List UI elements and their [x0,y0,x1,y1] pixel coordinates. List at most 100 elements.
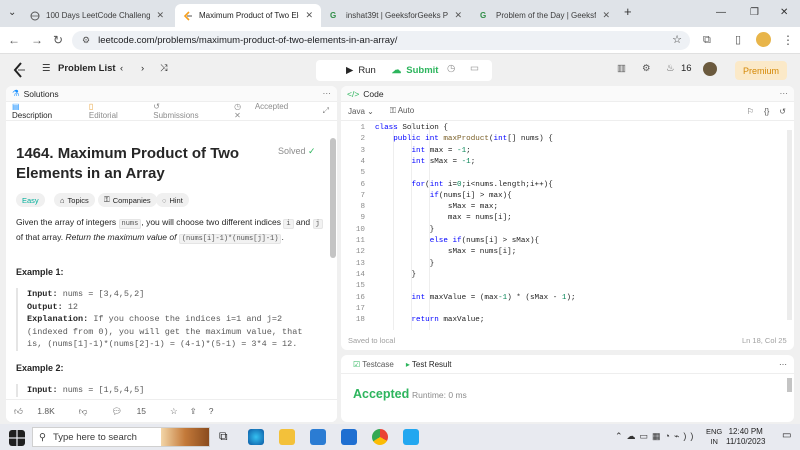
leetcode-logo-icon[interactable] [13,62,27,78]
new-tab-button[interactable]: + [624,4,632,19]
code-line[interactable]: } [375,260,435,268]
browser-tab[interactable]: G Problem of the Day | GeeksforG ✕ [472,4,618,27]
solutions-title[interactable]: Solutions [24,89,59,99]
run-button[interactable]: ▶ Run [338,60,384,81]
code-line[interactable]: } [375,271,416,279]
tab-description[interactable]: ▤ Description [12,102,77,120]
browser-tab[interactable]: 100 Days LeetCode Challenge - ✕ [22,4,172,27]
code-line[interactable]: class Solution { [375,124,448,132]
notification-icon[interactable]: ▭ [782,430,791,441]
close-tab-icon[interactable]: ✕ [602,10,610,21]
code-line[interactable]: public int maxProduct(int[] nums) { [375,135,553,143]
tab-submissions[interactable]: ↺ Submissions [153,102,222,120]
file-explorer-icon[interactable] [279,429,295,445]
difficulty-badge[interactable]: Easy [16,193,45,207]
code-line[interactable]: return maxValue; [375,316,484,324]
comments-button[interactable]: 💬︎ 15 [111,406,158,417]
sidebar-icon[interactable]: ▯ [735,33,741,47]
premium-button[interactable]: Premium [735,61,787,80]
submit-button[interactable]: ☁ Submit [384,60,447,81]
favorite-star-icon[interactable]: ☆ [170,406,178,417]
auto-mode-toggle[interactable]: ⚿ Auto [390,106,414,116]
browser-tab-active[interactable]: Maximum Product of Two Elem ✕ [175,4,321,27]
hint-pill[interactable]: ◌ Hint [156,193,189,207]
format-braces-icon[interactable]: {} [764,107,769,116]
close-tab-icon[interactable]: ✕ [234,111,241,120]
settings-gear-icon[interactable]: ⚙ [642,63,651,74]
share-icon[interactable]: ⇪ [190,406,197,417]
code-line[interactable]: sMax = max; [375,203,498,211]
chrome-icon[interactable] [372,429,388,445]
lock-icon: ⚿ [104,195,110,204]
topics-pill[interactable]: ⌂ Topics [54,193,95,207]
next-problem-icon[interactable]: › [141,63,144,74]
language-indicator[interactable]: ENG IN [706,427,722,447]
timer-icon[interactable]: ◷ [447,63,455,74]
more-options-icon[interactable]: ⋯ [323,88,332,99]
more-options-icon[interactable]: ⋯ [779,360,787,369]
code-line[interactable]: int maxValue = (max-1) * (sMax - 1); [375,294,575,302]
vscode-icon[interactable] [403,429,419,445]
minimize-button[interactable]: — [716,7,726,18]
editor-scrollbar[interactable] [787,130,792,320]
windows-start-icon[interactable] [9,430,25,446]
taskbar-search[interactable]: ⚲ Type here to search [32,427,210,447]
reset-icon[interactable]: ↺ [779,107,786,116]
browser-tab-title: Problem of the Day | GeeksforG [496,11,597,20]
mail-icon[interactable] [341,429,357,445]
chevron-down-icon: ⌄ [367,106,374,116]
tab-editorial[interactable]: ▯ Editorial [89,102,141,120]
close-tab-icon[interactable]: ✕ [156,10,164,21]
browser-menu-icon[interactable]: ⋮ [782,33,794,47]
code-line[interactable]: sMax = nums[i]; [375,248,516,256]
code-editor[interactable]: 1 class Solution {2 public int maxProduct… [341,123,794,330]
code-line[interactable]: int sMax = -1; [375,158,475,166]
tab-accepted[interactable]: ◷ Accepted ✕ [234,102,311,120]
code-line[interactable]: if(nums[i] > max){ [375,192,512,200]
notes-icon[interactable]: ▭ [470,63,479,74]
code-line[interactable]: int max = -1; [375,147,470,155]
site-info-icon[interactable]: ⚙ [82,35,90,46]
code-line[interactable]: max = nums[i]; [375,214,512,222]
system-tray-icons[interactable]: ⌃☁▭▦◔⌁)) [615,431,697,442]
more-options-icon[interactable]: ⋯ [780,88,789,99]
tab-search-icon[interactable]: ⌄ [8,7,16,18]
like-button[interactable]: 👍︎ 1.8K [14,406,67,417]
help-icon[interactable]: ? [209,406,214,416]
browser-tab[interactable]: G inshat39t | GeeksforGeeks Profi ✕ [322,4,470,27]
profile-avatar[interactable] [756,32,771,47]
reload-icon[interactable]: ↻ [53,33,63,47]
task-view-icon[interactable]: ⧉ [219,429,235,445]
tab-testcase[interactable]: ☑ Testcase [353,360,394,369]
close-tab-icon[interactable]: ✕ [454,10,462,21]
clock[interactable]: 12:40 PM 11/10/2023 [726,427,765,447]
problem-list-link[interactable]: Problem List [58,63,116,74]
close-tab-icon[interactable]: ✕ [305,10,313,21]
close-window-button[interactable]: ✕ [780,7,788,18]
tab-test-result[interactable]: ▸ Test Result [406,360,452,369]
store-icon[interactable] [310,429,326,445]
description-scrollbar[interactable] [330,138,336,258]
line-number: 3 [360,146,365,155]
extensions-icon[interactable]: ⧉ [703,33,711,47]
code-line[interactable]: else if(nums[i] > sMax){ [375,237,539,245]
bookmark-star-icon[interactable]: ☆ [672,33,682,46]
expand-icon[interactable]: ⤢ [323,106,329,116]
companies-pill[interactable]: ⚿ Companies [98,193,157,207]
code-line[interactable]: } [375,226,435,234]
back-arrow-icon[interactable]: ← [8,33,20,47]
shuffle-icon[interactable]: ⤨ [160,63,168,74]
prev-problem-icon[interactable]: ‹ [120,63,123,74]
streak-count[interactable]: 16 [681,63,692,74]
language-select[interactable]: Java ⌄ [348,107,374,116]
layout-icon[interactable]: ▥ [617,63,626,74]
user-avatar[interactable] [703,62,717,76]
result-scrollbar[interactable] [787,378,792,392]
edge-icon[interactable] [248,429,264,445]
maximize-button[interactable]: ❐ [750,7,759,18]
code-line[interactable]: for(int i=0;i<nums.length;i++){ [375,181,552,189]
bookmark-icon[interactable]: ⚐ [747,107,754,116]
forward-arrow-icon[interactable]: → [31,33,43,47]
dislike-button[interactable]: 👎︎ [79,406,100,417]
url-bar[interactable]: ⚙ leetcode.com/problems/maximum-product-… [72,31,690,50]
